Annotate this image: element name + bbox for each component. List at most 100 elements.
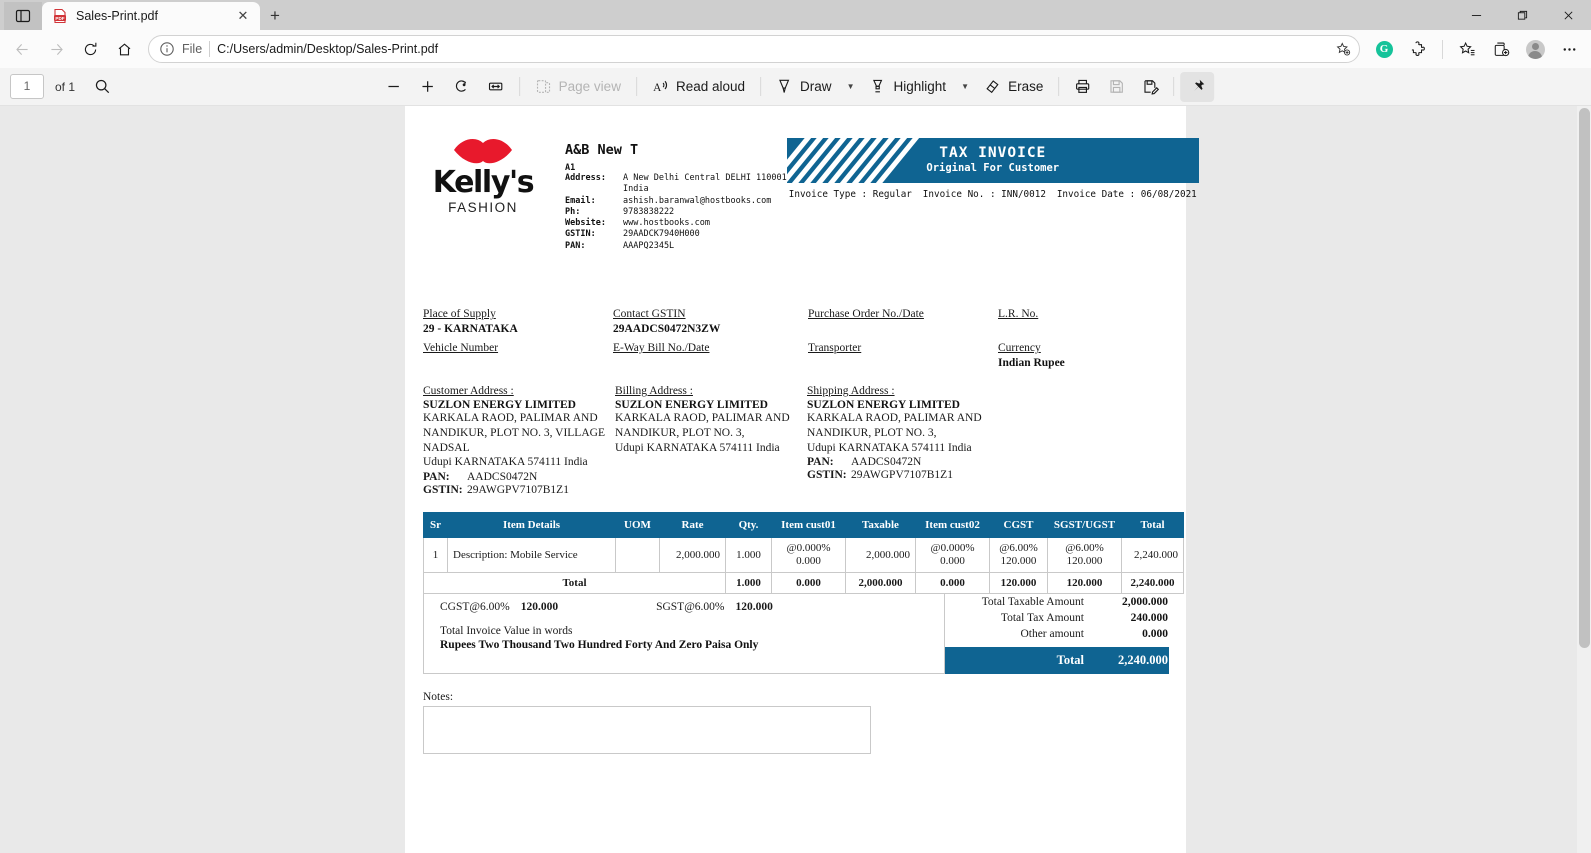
cell-cust01: @0.000% 0.000 <box>771 536 846 574</box>
company-contact-row: GSTIN: 29AADCK7940H000 <box>565 229 787 240</box>
address-bar-url: C:/Users/admin/Desktop/Sales-Print.pdf <box>217 42 439 56</box>
reload-button[interactable] <box>74 34 106 64</box>
sidebar-toggle-button[interactable] <box>4 2 42 30</box>
invoice-field: Contact GSTIN 29AADCS0472N3ZW <box>613 308 808 337</box>
address-line: Udupi KARNATAKA 574111 India <box>615 441 780 454</box>
address-grid: Customer Address : SUZLON ENERGY LIMITED K… <box>423 385 1168 496</box>
total-cgst: 120.000 <box>989 572 1048 595</box>
zoom-in-button[interactable] <box>411 72 445 102</box>
fit-page-icon <box>488 82 503 91</box>
notes-box[interactable] <box>423 706 871 755</box>
address-label: Shipping Address : <box>807 385 895 398</box>
maximize-icon <box>1517 10 1527 20</box>
info-icon[interactable] <box>159 41 175 57</box>
draw-button[interactable]: Draw <box>767 72 841 102</box>
pdf-viewer: Kelly's FASHION A&B New T A1 Address: A N… <box>0 106 1591 853</box>
company-logo: Kelly's FASHION <box>423 128 543 215</box>
invoice-meta-row: Invoice Type : Regular Invoice No. : INN/… <box>787 189 1199 200</box>
address-line: NANDIKUR, PLOT NO. 3, VILLAGE <box>423 426 605 439</box>
read-aloud-icon: A <box>653 80 667 94</box>
total-sgst: 120.000 <box>1047 572 1122 595</box>
favorites-button[interactable] <box>1451 34 1483 64</box>
company-contact-label: Address: <box>565 173 606 183</box>
puzzle-piece-icon <box>1411 40 1425 56</box>
window-minimize-button[interactable] <box>1453 0 1499 30</box>
company-contact-row: Email: ashish.baranwal@hostbooks.com <box>565 196 787 207</box>
invoice-meta-item: Invoice No. : INN/0012 <box>922 189 1046 200</box>
company-contact-value: AAAPQ2345L <box>623 240 675 251</box>
back-button[interactable] <box>6 34 38 64</box>
total-summary-value: 240.000 <box>1130 612 1168 625</box>
extensions-button[interactable] <box>1402 34 1434 64</box>
address-gstin: GSTIN: 29AWGPV7107B1Z1 <box>423 483 569 496</box>
pin-icon <box>1193 79 1204 92</box>
home-button[interactable] <box>108 34 140 64</box>
profile-button[interactable] <box>1519 34 1551 64</box>
add-favorite-button[interactable] <box>1333 39 1353 59</box>
read-aloud-button[interactable]: A Read aloud <box>643 72 754 102</box>
address-bar[interactable]: File C:/Users/admin/Desktop/Sales-Print.… <box>148 35 1360 63</box>
banner-stripes-icon <box>786 138 919 183</box>
invoice-field-label: E-Way Bill No./Date <box>613 342 710 355</box>
pin-toolbar-button[interactable] <box>1180 71 1215 102</box>
settings-and-more-button[interactable] <box>1553 34 1585 64</box>
page-view-button[interactable]: Page view <box>526 72 630 102</box>
total-summary-label: Other amount <box>1020 628 1084 641</box>
erase-button[interactable]: Erase <box>975 72 1052 102</box>
draw-options-button[interactable]: ▼ <box>841 72 861 102</box>
window-maximize-button[interactable] <box>1499 0 1545 30</box>
save-as-icon <box>1144 80 1159 95</box>
items-header-cell: Rate <box>659 511 726 538</box>
sgst-label: SGST@6.00% <box>656 601 725 614</box>
page-view-icon <box>536 80 550 93</box>
grammarly-extension-button[interactable]: G <box>1368 34 1400 64</box>
invoice-field: Purchase Order No./Date <box>808 308 998 337</box>
invoice-field-label: L.R. No. <box>998 308 1039 321</box>
notes-label: Notes: <box>423 691 454 704</box>
collections-button[interactable] <box>1485 34 1517 64</box>
print-button[interactable] <box>1065 72 1099 102</box>
cell-sr: 1 <box>423 536 448 574</box>
lips-icon <box>452 136 514 166</box>
forward-button[interactable] <box>40 34 72 64</box>
svg-text:PDF: PDF <box>55 16 64 21</box>
zoom-out-button[interactable] <box>377 72 411 102</box>
rotate-button[interactable] <box>445 72 479 102</box>
total-summary-label: Total Taxable Amount <box>981 596 1084 609</box>
window-close-button[interactable] <box>1545 0 1591 30</box>
save-button[interactable] <box>1099 72 1133 102</box>
eraser-icon <box>986 80 999 94</box>
highlight-options-button[interactable]: ▼ <box>955 72 975 102</box>
tab-title: Sales-Print.pdf <box>76 9 158 23</box>
items-header-cell: UOM <box>615 511 660 538</box>
company-contact-value: 9783838222 <box>623 206 675 217</box>
items-header-cell: Taxable <box>845 511 916 538</box>
tab-close-icon[interactable]: ✕ <box>234 7 252 25</box>
invoice-field: Vehicle Number <box>423 342 613 371</box>
fit-page-button[interactable] <box>479 72 513 102</box>
minus-icon <box>388 85 399 88</box>
grand-total-row: Total 2,240.000 <box>945 647 1169 675</box>
items-header-cell: Item cust02 <box>915 511 990 538</box>
page-number-input[interactable]: 1 <box>10 74 44 99</box>
save-as-button[interactable] <box>1133 72 1167 102</box>
logo-subtitle: FASHION <box>448 200 518 215</box>
tab-sales-print[interactable]: PDF Sales-Print.pdf ✕ <box>42 2 260 30</box>
total-cust01: 0.000 <box>771 572 846 595</box>
table-row: 1 Description: Mobile Service 2,000.000 1.0… <box>423 536 1184 574</box>
items-table-head: Sr Item Details UOM Rate Qty. Item cust01 Taxa… <box>423 511 1184 538</box>
cell-item-details: Description: Mobile Service <box>447 536 616 574</box>
collections-icon <box>1494 42 1509 56</box>
cell-sgst: @6.00% 120.000 <box>1047 536 1122 574</box>
search-button[interactable] <box>85 72 119 102</box>
company-details: A&B New T A1 Address: A New Delhi Central… <box>543 128 787 252</box>
viewer-scrollbar[interactable] <box>1577 106 1591 853</box>
items-header-cell: Total <box>1121 511 1184 538</box>
address-line: Udupi KARNATAKA 574111 India <box>423 456 588 469</box>
toolbar-divider <box>760 77 762 96</box>
tax-invoice-banner: TAX INVOICE Original For Customer <box>786 138 1199 183</box>
new-tab-button[interactable]: + <box>260 2 290 30</box>
highlight-button[interactable]: Highlight <box>861 72 956 102</box>
company-contact-row: Address: A New Delhi Central DELHI 110001 <box>565 173 787 184</box>
viewer-scrollbar-thumb[interactable] <box>1579 108 1590 648</box>
